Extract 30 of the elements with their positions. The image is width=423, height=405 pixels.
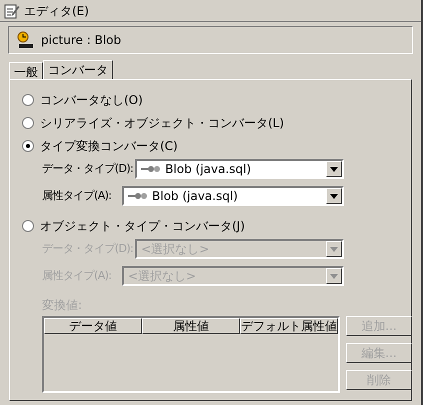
plug-icon [141, 165, 162, 173]
dropdown-value: Blob (java.sql) [165, 161, 252, 178]
radio-label[interactable]: タイプ変換コンバータ(C) [40, 136, 178, 154]
radio-button[interactable] [22, 116, 34, 128]
radio-button[interactable] [22, 140, 34, 152]
field-label: データ・タイプ(D): [42, 160, 134, 177]
radio-label[interactable]: シリアライズ・オブジェクト・コンバータ(L) [40, 114, 284, 132]
dropdown-arrow-button[interactable] [326, 161, 342, 177]
caret-icon [330, 274, 338, 278]
caret-icon [330, 194, 338, 198]
clock-icon [17, 31, 35, 49]
header-label: picture : Blob [41, 32, 122, 49]
radio-label[interactable]: コンバータなし(O) [40, 90, 143, 108]
plug-icon [128, 192, 148, 200]
dropdown-arrow-button[interactable] [326, 188, 342, 204]
radio-button[interactable] [22, 94, 34, 106]
field-label: 属性タイプ(A): [42, 188, 112, 204]
window-title: エディタ(E) [24, 2, 89, 20]
tab[interactable]: 一般 [9, 62, 43, 79]
dropdown[interactable]: Blob (java.sql) [135, 159, 344, 179]
radio-button[interactable] [22, 220, 34, 232]
dropdown-arrow-button[interactable] [326, 268, 342, 284]
pencil-note-icon [4, 2, 20, 18]
tab[interactable]: コンバータ [43, 60, 113, 79]
radio-label[interactable]: オブジェクト・タイプ・コンバータ(J) [40, 216, 245, 234]
dropdown[interactable]: Blob (java.sql) [122, 186, 344, 206]
dropdown-arrow-button[interactable] [326, 241, 342, 257]
caret-icon [330, 166, 338, 172]
dropdown-value: Blob (java.sql) [152, 188, 239, 205]
caret-icon [330, 246, 338, 252]
